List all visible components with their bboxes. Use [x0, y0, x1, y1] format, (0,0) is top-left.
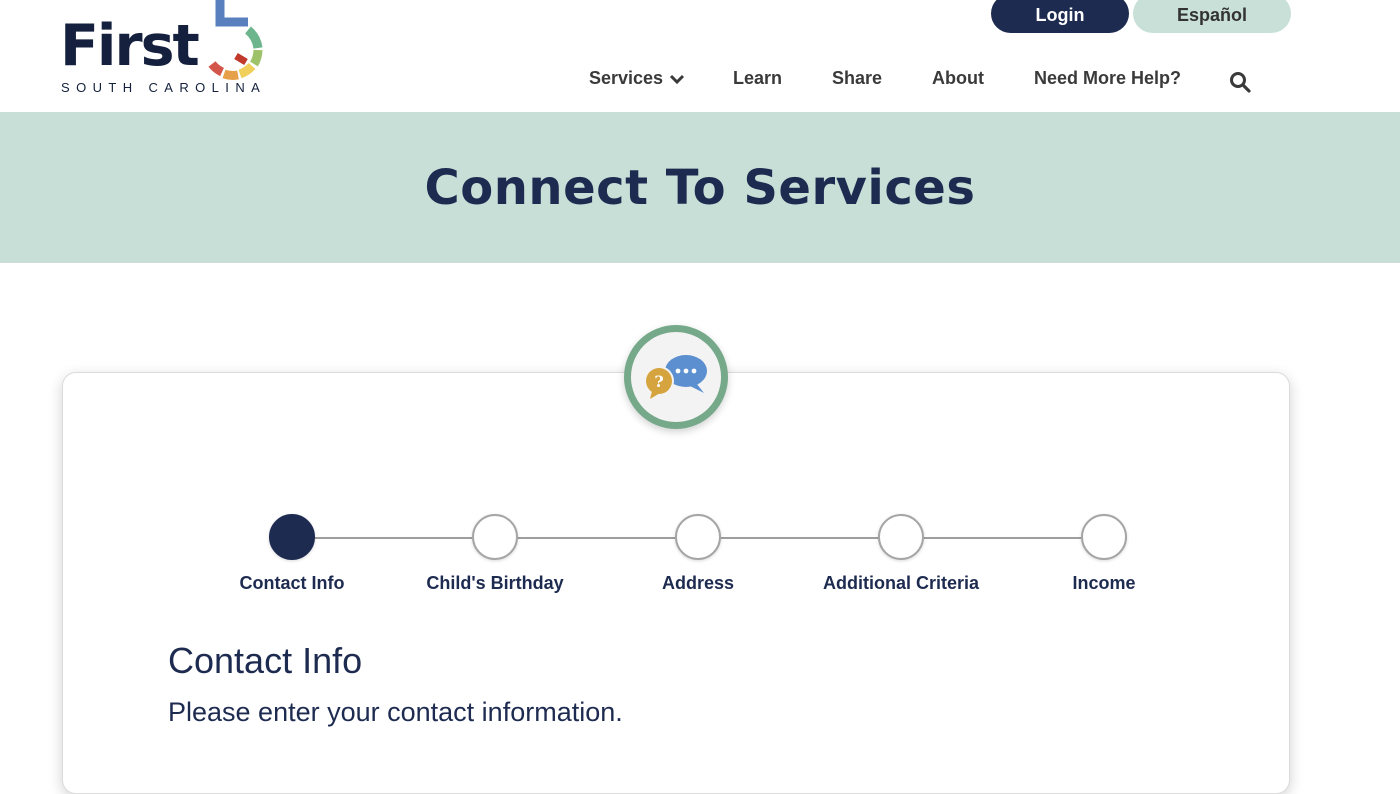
- stepper-connector: [518, 537, 675, 539]
- nav-item-share[interactable]: Share: [832, 68, 882, 89]
- stepper-label-1: Contact Info: [239, 573, 345, 593]
- question-mark: ?: [654, 372, 663, 391]
- nav-item-learn[interactable]: Learn: [733, 68, 782, 89]
- section-description: Please enter your contact information.: [168, 697, 623, 727]
- search-icon[interactable]: [1229, 71, 1251, 93]
- login-button[interactable]: Login: [991, 0, 1129, 33]
- section-title: Contact Info: [168, 640, 363, 681]
- nav-item-services-label: Services: [589, 68, 664, 88]
- page-title: Connect To Services: [424, 159, 976, 216]
- site-header: First SOUTH CAROLINA Login Español Servi…: [0, 0, 1400, 112]
- chat-bubbles-icon: ?: [644, 355, 707, 399]
- nav-item-need-more-help[interactable]: Need More Help?: [1034, 68, 1181, 89]
- stepper-dot-1[interactable]: [269, 514, 315, 560]
- stepper-dot-5[interactable]: [1081, 514, 1127, 560]
- stepper-connector: [721, 537, 878, 539]
- chevron-down-icon: [670, 74, 685, 84]
- stepper-label-3: Address: [661, 573, 735, 593]
- logo-wordmark: First: [60, 13, 200, 79]
- page-banner: Connect To Services: [0, 112, 1400, 263]
- nav-item-about[interactable]: About: [932, 68, 984, 89]
- nav-item-services[interactable]: Services: [589, 68, 685, 89]
- stepper-dot-3[interactable]: [675, 514, 721, 560]
- chat-badge: ?: [624, 325, 728, 429]
- stepper-dot-4[interactable]: [878, 514, 924, 560]
- stepper-connector: [924, 537, 1081, 539]
- stepper-label-4: Additional Criteria: [822, 573, 979, 593]
- logo-subtitle: SOUTH CAROLINA: [61, 80, 267, 95]
- stepper-label-5: Income: [1072, 573, 1136, 593]
- logo-five-mark: [208, 0, 263, 80]
- first5-logo[interactable]: First SOUTH CAROLINA: [58, 0, 268, 100]
- stepper-dot-2[interactable]: [472, 514, 518, 560]
- stepper-label-2: Child's Birthday: [426, 573, 564, 593]
- espanol-button[interactable]: Español: [1133, 0, 1291, 33]
- stepper-connector: [315, 537, 472, 539]
